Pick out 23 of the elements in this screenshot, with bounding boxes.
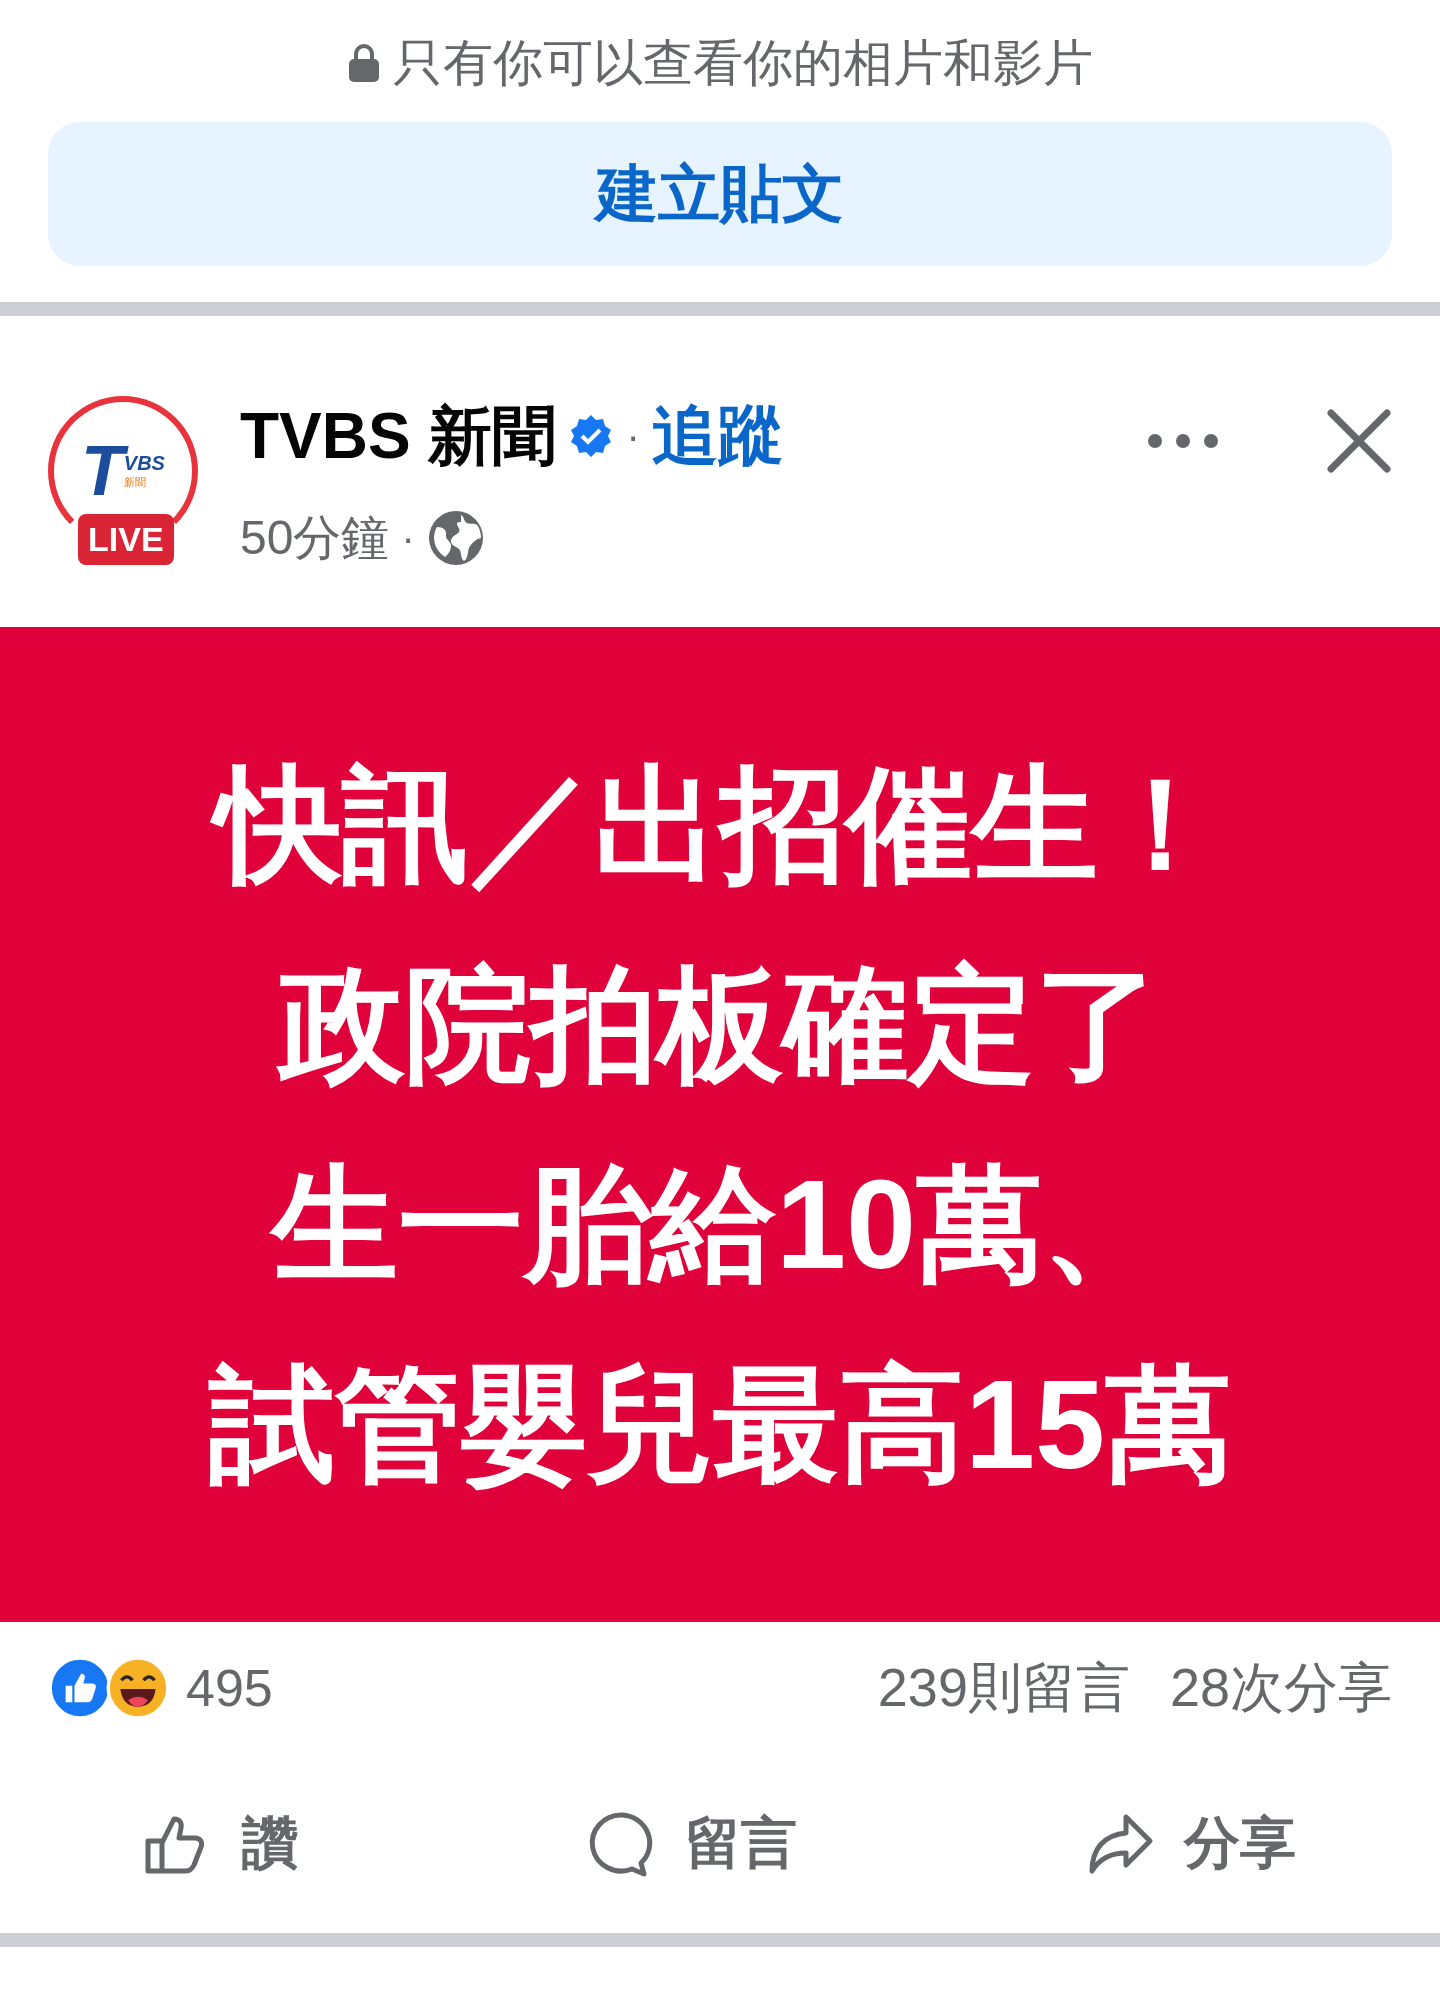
haha-reaction-icon — [106, 1656, 170, 1720]
separator-dot: · — [401, 515, 415, 561]
follow-link[interactable]: 追蹤 — [651, 391, 784, 481]
more-icon — [1146, 432, 1220, 450]
privacy-note: 只有你可以查看你的相片和影片 — [393, 33, 1093, 93]
author-name[interactable]: TVBS 新聞 — [240, 392, 557, 480]
share-count[interactable]: 28次分享 — [1169, 1651, 1392, 1725]
headline-line: 快訊／出招催生！ — [186, 724, 1254, 925]
news-image[interactable]: 快訊／出招催生！ 政院拍板確定了 生一胎給10萬、 試管嬰兒最高15萬 — [0, 627, 1440, 1622]
post-time: 50分鐘 — [240, 510, 390, 566]
create-post-button[interactable]: 建立貼文 — [48, 122, 1392, 266]
action-button[interactable]: 分享 — [1065, 1795, 1316, 1892]
reaction-count[interactable]: 495 — [186, 1658, 273, 1718]
comment-count[interactable]: 239則留言 — [877, 1651, 1130, 1725]
close-icon — [1326, 408, 1392, 474]
headline-line: 生一胎給10萬、 — [268, 1152, 1170, 1297]
action-button[interactable]: 留言 — [567, 1795, 817, 1892]
action-button[interactable]: 讚 — [124, 1795, 319, 1892]
headline-line: 試管嬰兒最高15萬 — [207, 1352, 1233, 1497]
globe-icon — [426, 509, 485, 567]
headline-line: 政院拍板確定了 — [249, 924, 1191, 1125]
lock-icon — [347, 43, 381, 83]
separator-dot: · — [626, 413, 640, 459]
